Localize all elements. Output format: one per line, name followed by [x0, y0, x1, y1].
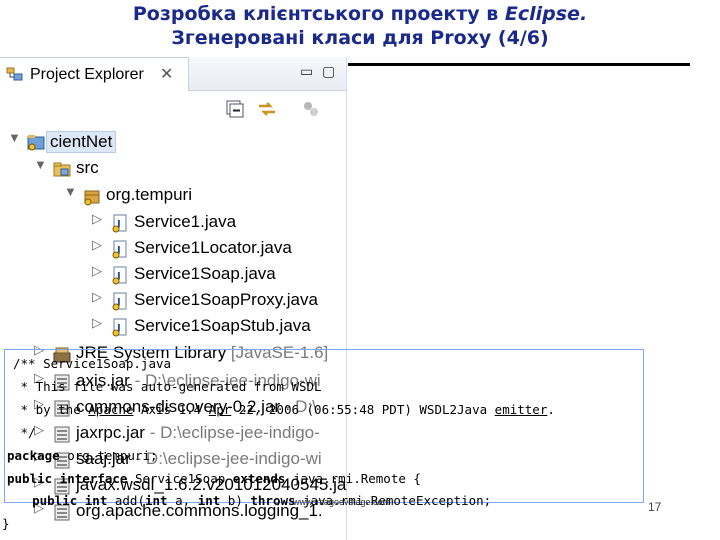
code-keyword: public interface	[7, 471, 128, 486]
slide-title: Розробка клієнтського проекту в Eclipse.…	[0, 2, 720, 50]
code-line: public int add(int a, int b) throws java…	[2, 491, 491, 511]
close-icon[interactable]: ✕	[160, 64, 173, 84]
java-file-icon: J	[112, 266, 127, 285]
project-explorer-icon	[6, 67, 23, 81]
code-keyword: throws	[250, 493, 296, 508]
java-file-icon: J	[112, 240, 127, 259]
code-line: */	[13, 423, 36, 443]
code-line: package org.tempuri;	[7, 446, 158, 466]
code-line: }	[2, 514, 10, 534]
title-line1-italic: Eclipse.	[504, 3, 588, 25]
tree-item[interactable]: ▷ J Service1Locator.java	[0, 236, 346, 262]
collapsed-arrow-icon[interactable]: ▷	[92, 263, 102, 279]
title-divider	[348, 63, 690, 66]
code-text: add(	[107, 493, 145, 508]
maximize-icon[interactable]: ▢	[322, 63, 335, 80]
code-text: a,	[167, 493, 198, 508]
java-file-icon: J	[112, 214, 127, 233]
tree-item-name: org.tempuri	[106, 185, 192, 204]
tab-project-explorer[interactable]: Project Explorer ✕	[0, 57, 189, 91]
title-line1-prefix: Розробка клієнтського проекту в	[132, 3, 505, 25]
collapsed-arrow-icon[interactable]: ▷	[92, 315, 102, 331]
tree-item-name: Service1SoapStub.java	[134, 316, 311, 335]
code-text: java.rmi.Remote {	[285, 471, 421, 486]
tree-item-label: org.tempuri	[106, 185, 192, 205]
tree-item[interactable]: ▷ J Service1SoapProxy.java	[0, 288, 346, 314]
code-text: * This file was auto-generated from WSDL	[13, 379, 322, 394]
code-text: org.tempuri;	[59, 448, 158, 463]
tree-item[interactable]: ▷ J Service1.java	[0, 210, 346, 236]
page-number: 17	[648, 500, 662, 514]
code-keyword: public int	[2, 493, 108, 508]
tree-item-name: cientNet	[50, 132, 113, 151]
java-file-icon: J	[112, 292, 127, 311]
tree-item[interactable]: ▷ J Service1Soap.java	[0, 262, 346, 288]
code-text: Apache	[88, 402, 134, 417]
tree-item-name: Service1Locator.java	[134, 238, 292, 257]
code-text: */	[13, 425, 36, 440]
tab-label: Project Explorer	[30, 66, 144, 83]
tree-item-label: src	[76, 158, 99, 178]
code-text: 22, 2006 (06:55:48 PDT) WSDL2Java	[231, 402, 495, 417]
code-keyword: int	[197, 493, 221, 508]
tree-item-name: Service1.java	[134, 212, 237, 231]
view-tab-bar: Project Explorer ✕ ▭ ▢	[0, 57, 346, 91]
code-text: .	[547, 402, 555, 417]
code-text: Axis 1.4	[133, 402, 209, 417]
project-icon	[27, 135, 45, 151]
footer-watermark: www.imagoevstage.com	[293, 497, 391, 507]
code-line: public interface Service1Soap extends ja…	[7, 469, 421, 489]
tree-item[interactable]: ▼ src	[0, 156, 346, 182]
code-text: Apr	[208, 402, 232, 417]
expand-arrow-icon[interactable]: ▼	[8, 130, 21, 145]
code-text: emitter	[494, 402, 548, 417]
code-text: }	[2, 516, 10, 531]
code-text: /** Service1Soap.java	[13, 356, 172, 371]
source-folder-icon	[53, 162, 71, 177]
tree-item-label: Service1SoapStub.java	[134, 316, 311, 336]
code-snippet-box: /** Service1Soap.java * This file was au…	[4, 349, 644, 503]
code-line: * by the Apache Axis 1.4 Apr 22, 2006 (0…	[13, 400, 555, 420]
tree-item[interactable]: ▷ J Service1SoapStub.java	[0, 314, 346, 340]
tree-item-label: Service1Locator.java	[134, 238, 292, 258]
title-line2: Згенеровані класи для Proxy (4/6)	[171, 27, 549, 49]
code-keyword: package	[7, 448, 60, 463]
tree-item-label: Service1Soap.java	[134, 264, 276, 284]
link-with-editor-icon[interactable]	[256, 98, 278, 120]
package-icon	[84, 190, 100, 206]
tree-item-label: cientNet	[46, 131, 117, 153]
tree-item-name: Service1SoapProxy.java	[134, 290, 318, 309]
tree-item-label: Service1SoapProxy.java	[134, 290, 318, 310]
view-menu-icon[interactable]	[300, 98, 322, 120]
code-line: * This file was auto-generated from WSDL	[13, 377, 322, 397]
view-toolbar	[0, 91, 346, 127]
tree-item[interactable]: ▼ cientNet	[0, 129, 346, 155]
collapse-all-icon[interactable]	[224, 98, 246, 120]
expand-arrow-icon[interactable]: ▼	[34, 157, 47, 172]
java-file-icon: J	[112, 318, 127, 337]
expand-arrow-icon[interactable]: ▼	[64, 184, 77, 199]
code-text: b)	[220, 493, 251, 508]
code-text: * by the	[13, 402, 89, 417]
code-keyword: extends	[232, 471, 286, 486]
code-text: Service1Soap	[127, 471, 233, 486]
tree-item-name: src	[76, 158, 99, 177]
code-keyword: int	[145, 493, 168, 508]
minimize-icon[interactable]: ▭	[300, 63, 313, 80]
tree-item-name: Service1Soap.java	[134, 264, 276, 283]
collapsed-arrow-icon[interactable]: ▷	[92, 237, 102, 253]
collapsed-arrow-icon[interactable]: ▷	[92, 211, 102, 227]
tree-item[interactable]: ▼ org.tempuri	[0, 183, 346, 209]
tree-item-label: Service1.java	[134, 212, 236, 232]
collapsed-arrow-icon[interactable]: ▷	[92, 289, 102, 305]
code-line: /** Service1Soap.java	[13, 354, 171, 374]
